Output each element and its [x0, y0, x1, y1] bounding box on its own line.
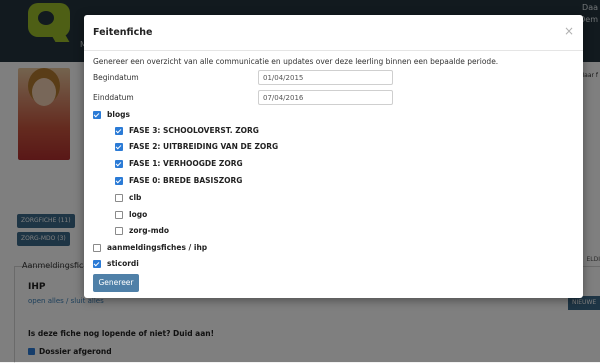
checkbox-box[interactable] — [115, 210, 123, 219]
checkbox-blogs[interactable]: blogs — [93, 110, 130, 119]
checkbox-box[interactable] — [93, 110, 101, 119]
checkbox-label: FASE 2: UITBREIDING VAN DE ZORG — [129, 142, 279, 151]
checkbox-clb[interactable]: clb — [115, 193, 141, 202]
checkbox-label: logo — [129, 210, 148, 219]
checkbox-fase-3[interactable]: FASE 3: SCHOOLOVERST. ZORG — [115, 126, 259, 135]
checkbox-box[interactable] — [115, 126, 123, 135]
checkbox-label: blogs — [107, 110, 130, 119]
checkbox-box[interactable] — [115, 193, 123, 202]
begindatum-input[interactable]: 01/04/2015 — [258, 70, 393, 85]
checkbox-box[interactable] — [115, 159, 123, 168]
close-icon[interactable]: × — [564, 24, 574, 38]
modal-description: Genereer een overzicht van alle communic… — [93, 57, 499, 66]
checkbox-label: zorg-mdo — [129, 226, 170, 235]
checkbox-box[interactable] — [115, 176, 123, 185]
einddatum-label: Einddatum — [93, 93, 134, 102]
checkbox-label: clb — [129, 193, 142, 202]
einddatum-input[interactable]: 07/04/2016 — [258, 90, 393, 105]
modal-header: Feitenfiche × — [84, 15, 583, 51]
checkbox-box[interactable] — [115, 226, 123, 235]
checkbox-fase-0[interactable]: FASE 0: BREDE BASISZORG — [115, 176, 242, 185]
checkbox-box[interactable] — [93, 243, 101, 252]
checkbox-zorg-mdo[interactable]: zorg-mdo — [115, 226, 169, 235]
checkbox-fase-2[interactable]: FASE 2: UITBREIDING VAN DE ZORG — [115, 142, 278, 151]
checkbox-fase-1[interactable]: FASE 1: VERHOOGDE ZORG — [115, 159, 243, 168]
feitenfiche-modal: Feitenfiche × Genereer een overzicht van… — [84, 15, 583, 298]
generate-button[interactable]: Genereer — [93, 274, 139, 292]
checkbox-sticordi[interactable]: sticordi — [93, 259, 139, 268]
begindatum-label: Begindatum — [93, 73, 139, 82]
modal-title: Feitenfiche — [93, 27, 153, 38]
checkbox-label: sticordi — [107, 259, 139, 268]
checkbox-box[interactable] — [115, 142, 123, 151]
checkbox-logo[interactable]: logo — [115, 210, 147, 219]
checkbox-label: FASE 3: SCHOOLOVERST. ZORG — [129, 126, 259, 135]
checkbox-box[interactable] — [93, 259, 101, 268]
checkbox-aanmeldingsfiches[interactable]: aanmeldingsfiches / ihp — [93, 243, 207, 252]
checkbox-label: FASE 0: BREDE BASISZORG — [129, 176, 243, 185]
checkbox-label: FASE 1: VERHOOGDE ZORG — [129, 159, 243, 168]
checkbox-label: aanmeldingsfiches / ihp — [107, 243, 208, 252]
